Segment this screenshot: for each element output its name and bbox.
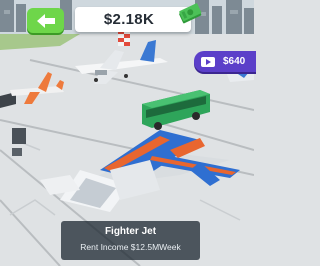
watch-ad-button[interactable]: $640 bbox=[194, 51, 256, 72]
money-display: $2.18K bbox=[75, 3, 202, 32]
video-play-icon bbox=[201, 56, 215, 67]
vehicle-name: Fighter Jet bbox=[104, 226, 157, 237]
money-value: $2.18K bbox=[103, 11, 155, 28]
rent-income: Rent Income $12.5MWeek bbox=[80, 242, 181, 252]
cash-stack-icon bbox=[179, 3, 202, 24]
arrow-left-icon bbox=[36, 13, 55, 28]
vehicle-info-card: Fighter Jet Rent Income $12.5MWeek bbox=[61, 221, 200, 260]
ad-reward-label: $640 bbox=[223, 56, 246, 67]
back-button[interactable] bbox=[27, 8, 64, 33]
